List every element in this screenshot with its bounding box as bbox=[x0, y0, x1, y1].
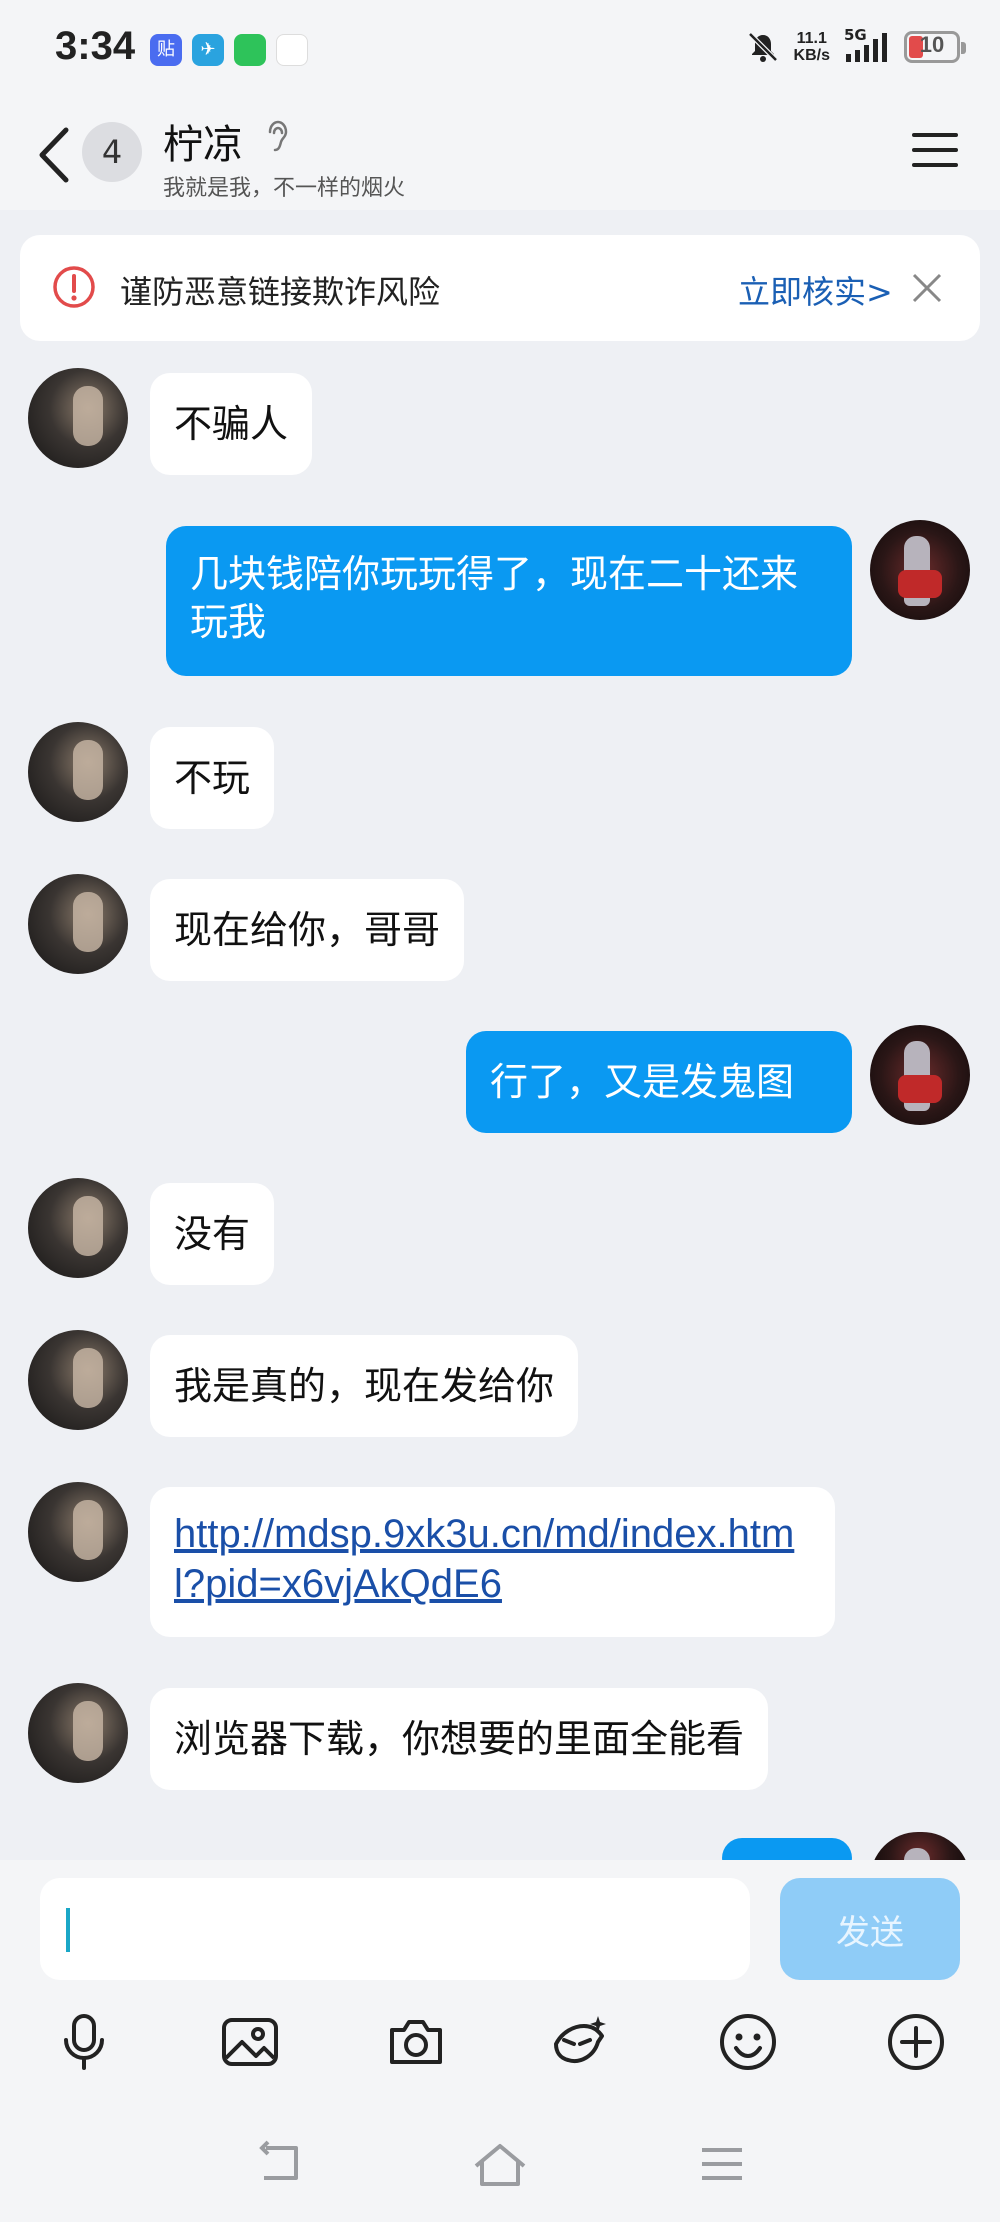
home-nav-icon[interactable] bbox=[470, 2140, 530, 2190]
tieba-app-icon: 贴 bbox=[150, 34, 182, 66]
message-bubble[interactable]: 没有 bbox=[150, 1183, 275, 1285]
microphone-icon[interactable] bbox=[52, 2010, 116, 2074]
contact-avatar[interactable] bbox=[28, 1178, 128, 1278]
message-link[interactable]: http://mdsp.9xk3u.cn/md/index.html?pid=x… bbox=[174, 1509, 811, 1609]
emoji-icon[interactable] bbox=[716, 2010, 780, 2074]
image-icon[interactable] bbox=[218, 2010, 282, 2074]
contact-avatar[interactable] bbox=[28, 874, 128, 974]
clock: 3:34 bbox=[55, 24, 136, 68]
my-avatar[interactable] bbox=[870, 1025, 970, 1125]
qq-app-icon bbox=[276, 34, 308, 66]
link-message-bubble: http://mdsp.9xk3u.cn/md/index.html?pid=x… bbox=[150, 1487, 835, 1637]
message-bubble[interactable]: 浏览器下载，你想要的里面全能看 bbox=[150, 1688, 769, 1790]
contact-avatar[interactable] bbox=[28, 1683, 128, 1783]
contact-name[interactable]: 柠凉 bbox=[163, 112, 243, 170]
speed-unit: KB/s bbox=[793, 47, 830, 64]
network-speed: 11.1 KB/s bbox=[794, 30, 830, 64]
verify-now-link[interactable]: 立即核实> bbox=[738, 267, 893, 313]
message-bubble[interactable]: 现在给你，哥哥 bbox=[150, 879, 465, 981]
wechat-app-icon bbox=[234, 34, 266, 66]
message-input[interactable] bbox=[40, 1878, 750, 1980]
ear-icon[interactable] bbox=[262, 118, 292, 158]
camera-icon[interactable] bbox=[384, 2010, 448, 2074]
chat-header bbox=[0, 100, 1000, 210]
contact-avatar[interactable] bbox=[28, 368, 128, 468]
message-bubble[interactable]: 几块钱陪你玩玩得了，现在二十还来玩我 bbox=[166, 526, 852, 676]
signal-indicator: 5G bbox=[844, 26, 890, 64]
telegram-app-icon: ✈ bbox=[192, 34, 224, 66]
speed-value: 11.1 bbox=[796, 30, 827, 47]
my-avatar[interactable] bbox=[870, 520, 970, 620]
contact-avatar[interactable] bbox=[28, 1482, 128, 1582]
send-button[interactable]: 发送 bbox=[780, 1878, 960, 1980]
status-right: 11.1 KB/s 5G 10 bbox=[746, 26, 966, 64]
warning-text: 谨防恶意链接欺诈风险 bbox=[120, 273, 441, 311]
warning-icon bbox=[53, 266, 95, 308]
unread-count-badge[interactable]: 4 bbox=[82, 122, 142, 182]
mute-bell-icon bbox=[747, 32, 778, 62]
contact-avatar[interactable] bbox=[28, 722, 128, 822]
signal-icon bbox=[846, 33, 887, 62]
fraud-warning-banner: 谨防恶意链接欺诈风险 立即核实> bbox=[20, 235, 980, 341]
back-nav-icon[interactable] bbox=[250, 2140, 310, 2190]
battery-level: 10 bbox=[919, 32, 945, 57]
message-bubble[interactable]: 我是真的，现在发给你 bbox=[150, 1335, 579, 1437]
contact-avatar[interactable] bbox=[28, 1330, 128, 1430]
battery-icon: 10 bbox=[904, 31, 966, 63]
message-bubble[interactable]: 不骗人 bbox=[150, 373, 313, 475]
recents-nav-icon[interactable] bbox=[692, 2140, 752, 2190]
message-bubble[interactable]: 行了，又是发鬼图 bbox=[466, 1031, 852, 1133]
notification-icons: 贴 ✈ bbox=[150, 34, 308, 66]
menu-icon[interactable] bbox=[912, 130, 958, 170]
plus-icon[interactable] bbox=[884, 2010, 948, 2074]
message-bubble[interactable]: 不玩 bbox=[150, 727, 275, 829]
contact-signature: 我就是我，不一样的烟火 bbox=[163, 176, 406, 201]
text-caret bbox=[66, 1908, 70, 1952]
sticker-icon[interactable] bbox=[550, 2010, 614, 2074]
status-bar: 3:34 贴 ✈ 11.1 KB/s 5G 10 bbox=[0, 0, 1000, 100]
back-arrow-icon[interactable] bbox=[30, 120, 80, 190]
close-icon[interactable] bbox=[910, 271, 944, 305]
